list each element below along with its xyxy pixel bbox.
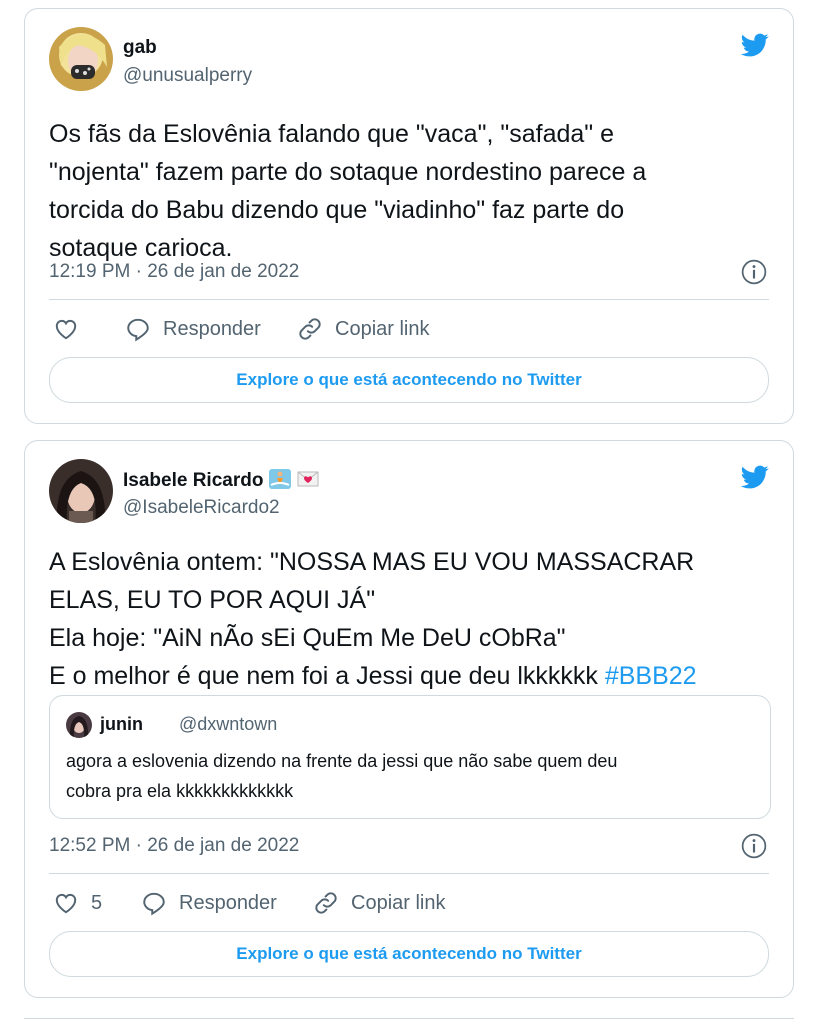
avatar[interactable] bbox=[49, 27, 113, 91]
tweet-text-line: Ela hoje: "AiN nÃo sEi QuEm Me DeU cObRa… bbox=[49, 624, 566, 652]
tweet-text-line: ELAS, EU TO POR AQUI JÁ" bbox=[49, 586, 376, 614]
quote-text-line: agora a eslovenia dizendo na frente da j… bbox=[66, 751, 618, 771]
timestamp[interactable]: 12:52 PM · 26 de jan de 2022 bbox=[49, 835, 299, 857]
link-icon bbox=[313, 890, 339, 916]
info-icon[interactable] bbox=[741, 259, 767, 285]
tweet-text: A Eslovênia ontem: "NOSSA MAS EU VOU MAS… bbox=[49, 543, 769, 695]
info-icon[interactable] bbox=[741, 833, 767, 859]
reply-icon bbox=[125, 316, 151, 342]
copy-link-button[interactable]: Copiar link bbox=[297, 316, 429, 342]
twitter-bird-icon[interactable] bbox=[739, 463, 771, 491]
divider bbox=[49, 299, 769, 300]
heart-icon bbox=[53, 316, 79, 342]
user-handle[interactable]: @IsabeleRicardo2 bbox=[123, 497, 280, 519]
twitter-bird-icon[interactable] bbox=[739, 31, 771, 59]
reply-label: Responder bbox=[163, 317, 261, 340]
tweet-text-line: A Eslovênia ontem: "NOSSA MAS EU VOU MAS… bbox=[49, 548, 695, 576]
quote-text: agora a eslovenia dizendo na frente da j… bbox=[66, 746, 746, 806]
quote-text-line: cobra pra ela kkkkkkkkkkkkk bbox=[66, 781, 294, 801]
quote-display-name: junin bbox=[100, 714, 143, 734]
copy-link-label: Copiar link bbox=[335, 317, 430, 340]
like-button[interactable] bbox=[53, 316, 91, 342]
user-handle[interactable]: @unusualperry bbox=[123, 65, 252, 87]
timestamp[interactable]: 12:19 PM · 26 de jan de 2022 bbox=[49, 261, 299, 283]
copy-link-button[interactable]: Copiar link bbox=[313, 890, 445, 916]
tweet-text-line: torcida do Babu dizendo que "viadinho" f… bbox=[49, 196, 625, 224]
reply-button[interactable]: Responder bbox=[125, 316, 261, 342]
display-name-text: Isabele Ricardo bbox=[123, 470, 264, 491]
divider bbox=[49, 873, 769, 874]
like-count: 5 bbox=[91, 891, 103, 914]
tweet-card[interactable]: Isabele Ricardo @IsabeleRicardo2 A Eslov… bbox=[24, 440, 794, 998]
quote-handle: @dxwntown bbox=[179, 714, 278, 734]
like-button[interactable]: 5 bbox=[53, 890, 102, 916]
reply-button[interactable]: Responder bbox=[141, 890, 277, 916]
tweet-text-line: Os fãs da Eslovênia falando que "vaca", … bbox=[49, 120, 615, 148]
tweet-text-segment: E o melhor é que nem foi a Jessi que deu… bbox=[49, 662, 605, 690]
tweet-text-line: E o melhor é que nem foi a Jessi que deu… bbox=[49, 657, 769, 695]
love-letter-emoji-icon bbox=[297, 471, 319, 487]
heart-icon bbox=[53, 890, 79, 916]
explore-twitter-button[interactable]: Explore o que está acontecendo no Twitte… bbox=[49, 931, 769, 977]
tweet-text-line: "nojenta" fazem parte do sotaque nordest… bbox=[49, 158, 647, 186]
tweet-card[interactable]: gab @unusualperry Os fãs da Eslovênia fa… bbox=[24, 8, 794, 424]
quoted-tweet[interactable]: junin @dxwntown agora a eslovenia dizend… bbox=[49, 695, 771, 819]
explore-twitter-button[interactable]: Explore o que está acontecendo no Twitte… bbox=[49, 357, 769, 403]
tweet-text: Os fãs da Eslovênia falando que "vaca", … bbox=[49, 115, 769, 267]
display-name[interactable]: gab bbox=[123, 37, 157, 59]
display-name[interactable]: Isabele Ricardo bbox=[123, 469, 319, 492]
hashtag-link[interactable]: #BBB22 bbox=[605, 662, 697, 690]
surfer-emoji-icon bbox=[269, 469, 292, 489]
reply-icon bbox=[141, 890, 167, 916]
divider bbox=[24, 1018, 794, 1019]
link-icon bbox=[297, 316, 323, 342]
quote-avatar bbox=[66, 712, 92, 738]
reply-label: Responder bbox=[179, 891, 277, 914]
avatar[interactable] bbox=[49, 459, 113, 523]
copy-link-label: Copiar link bbox=[351, 891, 446, 914]
